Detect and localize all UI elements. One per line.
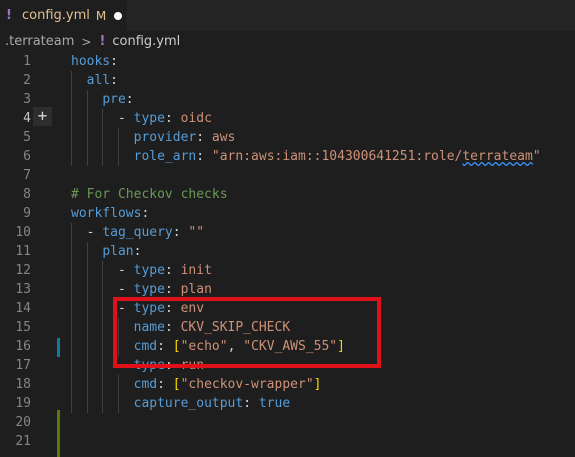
yaml-value: true (258, 396, 291, 411)
yaml-key: hooks (71, 54, 111, 69)
chevron-right-icon: > (81, 34, 92, 49)
yaml-key: type (133, 263, 165, 278)
code-editor[interactable]: 1 hooks: 2 all: 3 pre: 4 - type: oidc 5 … (0, 52, 575, 457)
breadcrumb: .terrateam > ! config.yml (0, 31, 575, 52)
code-line: 8 # For Checkov checks (0, 185, 575, 204)
yaml-key: tag_query (102, 225, 173, 240)
line-number: 15 (15, 320, 31, 335)
yaml-icon: ! (99, 34, 106, 49)
line-number: 9 (23, 206, 31, 221)
code-line: 7 (0, 166, 575, 185)
yaml-key: type (133, 282, 165, 297)
code-line: 2 all: (0, 71, 575, 90)
unsaved-dot-icon[interactable] (114, 11, 123, 20)
yaml-icon: ! (6, 8, 12, 23)
code-line: 6 role_arn: "arn:aws:iam::104300641251:r… (0, 147, 575, 166)
line-number: 8 (23, 187, 31, 202)
tab-bar: ! config.yml M (0, 0, 575, 31)
highlight-box (113, 297, 381, 368)
yaml-key: role_arn (133, 149, 197, 164)
line-number: 11 (15, 244, 31, 259)
code-line: 21 (0, 432, 575, 451)
yaml-key: cmd (133, 377, 158, 392)
yaml-value: oidc (180, 111, 212, 126)
yaml-key: workflows (71, 206, 142, 221)
breadcrumb-folder[interactable]: .terrateam (5, 34, 74, 49)
line-number: 2 (23, 73, 31, 88)
yaml-comment: # For Checkov checks (71, 187, 228, 202)
code-line: 18 cmd: ["checkov-wrapper"] (0, 375, 575, 394)
line-number: 18 (15, 377, 31, 392)
code-line: 4 - type: oidc (0, 109, 575, 128)
line-number: 6 (23, 149, 31, 164)
yaml-key: all (86, 73, 111, 88)
yaml-value: "arn:aws:iam::104300641251:role/ (211, 149, 463, 164)
line-number: 14 (15, 301, 31, 316)
yaml-key: type (133, 111, 165, 126)
yaml-value: plan (180, 282, 212, 297)
line-number: 12 (15, 263, 31, 278)
code-line: 12 - type: init (0, 261, 575, 280)
yaml-key: pre (102, 92, 126, 107)
yaml-key: capture_output (133, 396, 244, 411)
line-number: 3 (23, 92, 31, 107)
spellcheck-word[interactable]: terrateam (462, 149, 532, 164)
line-number: 19 (15, 396, 31, 411)
yaml-key: plan (102, 244, 134, 259)
code-line: 1 hooks: (0, 52, 575, 71)
tab-title: config.yml (22, 8, 90, 23)
tab-config-yml[interactable]: ! config.yml M (0, 0, 127, 31)
yaml-value: "" (188, 225, 205, 240)
add-line-icon[interactable]: + (33, 107, 52, 126)
code-line: 11 plan: (0, 242, 575, 261)
line-number: 13 (15, 282, 31, 297)
line-number: 5 (23, 130, 31, 145)
line-number: 7 (23, 168, 31, 183)
line-number: 20 (15, 415, 31, 430)
yaml-value: init (180, 263, 212, 278)
line-number: 10 (15, 225, 31, 240)
code-line: 3 pre: (0, 90, 575, 109)
breadcrumb-file[interactable]: config.yml (112, 34, 180, 49)
line-number: 4 (23, 111, 31, 126)
yaml-value: "checkov-wrapper" (180, 377, 314, 392)
code-line: 10 - tag_query: "" (0, 223, 575, 242)
code-line: 19 capture_output: true (0, 394, 575, 413)
line-number: 17 (15, 358, 31, 373)
modified-lines-indicator[interactable] (57, 338, 60, 357)
code-line: 5 provider: aws (0, 128, 575, 147)
line-number: 16 (15, 339, 31, 354)
added-lines-indicator[interactable] (57, 410, 60, 457)
line-number: 1 (23, 54, 31, 69)
code-line: 20 (0, 413, 575, 432)
modified-badge: M (95, 8, 107, 23)
line-number: 21 (15, 434, 31, 449)
code-line: 9 workflows: (0, 204, 575, 223)
yaml-value: aws (211, 130, 236, 145)
yaml-value: " (532, 149, 541, 164)
yaml-key: provider (133, 130, 197, 145)
